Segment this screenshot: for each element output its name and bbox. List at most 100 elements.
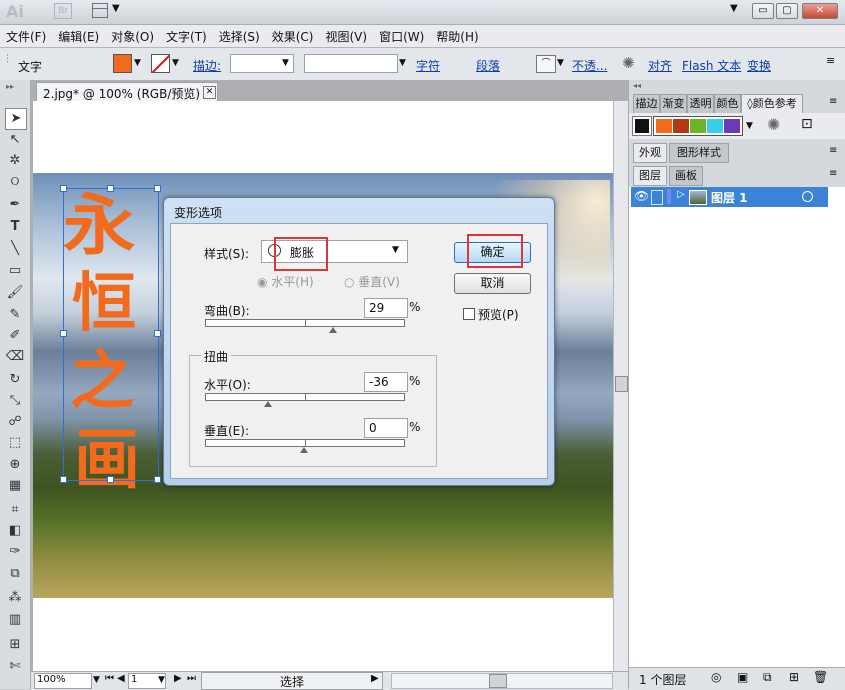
menu-edit[interactable]: 编辑(E) [52, 25, 105, 47]
bridge-icon[interactable]: Br [54, 3, 72, 19]
transform-link[interactable]: 变换 [747, 57, 771, 74]
tab-artboards[interactable]: 画板 [669, 166, 703, 186]
menu-file[interactable]: 文件(F) [0, 25, 52, 47]
distortion-h-input[interactable]: -36 [364, 372, 408, 392]
trash-icon[interactable]: 🗑 [813, 670, 828, 684]
resize-handle[interactable] [154, 185, 161, 192]
prev-artboard-icon[interactable]: ◀ [117, 673, 125, 684]
vertical-radio[interactable]: ○ 垂直(V) [344, 273, 400, 290]
last-artboard-icon[interactable]: ⏭ [187, 673, 196, 684]
tab-transparency[interactable]: 透明 [687, 94, 714, 114]
new-sublayer-icon[interactable]: ⧉ [763, 670, 772, 685]
distortion-h-slider-thumb[interactable] [264, 401, 273, 407]
pen-tool-icon[interactable]: ✒ [5, 195, 25, 215]
resize-handle[interactable] [154, 330, 161, 337]
magic-wand-tool-icon[interactable]: ✲ [5, 151, 25, 171]
character-link[interactable]: 字符 [416, 57, 440, 74]
resize-handle[interactable] [60, 476, 67, 483]
eye-visibility-icon[interactable]: 👁 [634, 189, 649, 203]
envelope-warp-icon[interactable]: ⌒ [536, 55, 556, 73]
document-tab[interactable]: 2.jpg* @ 100% (RGB/预览) ✕ [36, 82, 218, 102]
menu-help[interactable]: 帮助(H) [430, 25, 484, 47]
menu-view[interactable]: 视图(V) [319, 25, 373, 47]
zoom-dropdown-icon[interactable]: ▼ [93, 675, 100, 685]
column-graph-tool-icon[interactable]: ▥ [5, 610, 25, 630]
font-family-dropdown-icon[interactable]: ▼ [399, 58, 406, 68]
symbol-sprayer-tool-icon[interactable]: ⁂ [5, 588, 25, 608]
line-tool-icon[interactable]: ╲ [5, 239, 25, 259]
gradient-tool-icon[interactable]: ◧ [5, 521, 25, 541]
tab-layers[interactable]: 图层 [633, 166, 667, 186]
harmony-color-2[interactable] [673, 119, 689, 133]
clipping-mask-icon[interactable]: ▣ [737, 670, 748, 684]
distortion-v-input[interactable]: 0 [364, 418, 408, 438]
warp-tool-icon[interactable]: ☍ [5, 412, 25, 432]
shape-builder-tool-icon[interactable]: ⊕ [5, 455, 25, 475]
harmony-dropdown-icon[interactable]: ▼ [746, 121, 753, 131]
expand-triangle-icon[interactable]: ▷ [677, 189, 685, 200]
direct-selection-tool-icon[interactable]: ↖ [5, 130, 25, 150]
harmony-color-5[interactable] [724, 119, 740, 133]
tab-gradient[interactable]: 渐变 [660, 94, 687, 114]
stroke-link[interactable]: 描边: [193, 57, 221, 74]
base-color-swatch[interactable] [632, 116, 652, 136]
distortion-v-slider-thumb[interactable] [300, 447, 308, 453]
panel-menu-icon[interactable]: ≡ [829, 145, 837, 156]
minimize-button[interactable]: ▭ [752, 3, 774, 19]
status-menu-icon[interactable]: ▶ [371, 673, 379, 684]
fill-color-swatch[interactable] [113, 54, 132, 73]
stroke-weight-dropdown-icon[interactable]: ▼ [282, 58, 289, 68]
bend-slider[interactable] [205, 319, 405, 327]
bend-slider-thumb[interactable] [328, 327, 337, 333]
type-tool-icon[interactable]: T [5, 217, 25, 237]
tab-graphic-styles[interactable]: 图形样式 [669, 143, 729, 163]
panel-menu-icon[interactable]: ≡ [829, 168, 837, 179]
collapse-icon[interactable]: ▸▸ [6, 82, 14, 91]
layer-name[interactable]: 图层 1 [711, 189, 748, 206]
rectangle-tool-icon[interactable]: ▭ [5, 261, 25, 281]
arrange-documents-icon[interactable] [92, 3, 108, 18]
distortion-v-slider[interactable] [205, 439, 405, 447]
eraser-tool-icon[interactable]: ⌫ [5, 347, 25, 367]
restore-button[interactable]: ▢ [776, 3, 798, 19]
pencil-tool-icon[interactable]: ✎ [5, 305, 25, 325]
target-icon[interactable] [802, 191, 813, 202]
vertical-scrollbar[interactable] [613, 101, 628, 671]
artboard-dropdown-icon[interactable]: ▼ [158, 675, 165, 685]
edit-colors-icon[interactable]: ✺ [767, 115, 780, 134]
close-button[interactable]: ✕ [802, 3, 838, 19]
menu-window[interactable]: 窗口(W) [373, 25, 430, 47]
resize-handle[interactable] [60, 330, 67, 337]
layer-row[interactable]: 👁 ▷ 图层 1 [631, 187, 828, 207]
recolor-icon[interactable]: ✺ [622, 54, 635, 72]
tab-color[interactable]: 颜色 [714, 94, 741, 114]
font-family-field[interactable] [304, 54, 398, 73]
menu-type[interactable]: 文字(T) [160, 25, 213, 47]
free-transform-tool-icon[interactable]: ⬚ [5, 433, 25, 453]
harmony-color-4[interactable] [707, 119, 723, 133]
workspace-dropdown-icon[interactable]: ▼ [730, 3, 738, 14]
blend-tool-icon[interactable]: ⧉ [5, 564, 25, 584]
save-swatch-group-icon[interactable]: ⊡ [801, 116, 813, 132]
collapse-icon[interactable]: ◂◂ [633, 81, 641, 90]
paragraph-link[interactable]: 段落 [476, 57, 500, 74]
distortion-h-slider[interactable] [205, 393, 405, 401]
resize-handle[interactable] [107, 185, 114, 192]
opacity-link[interactable]: 不透... [572, 57, 607, 74]
paintbrush-tool-icon[interactable]: 🖌 [5, 283, 25, 303]
lock-toggle[interactable] [651, 190, 663, 205]
status-tool-display[interactable]: 选择 [201, 672, 383, 690]
chevron-down-icon[interactable]: ▼ [112, 3, 120, 14]
preview-checkbox[interactable] [463, 308, 475, 320]
new-layer-icon[interactable]: ⊞ [789, 670, 799, 684]
tab-color-guide[interactable]: ◊颜色参考 [741, 94, 803, 114]
envelope-dropdown-icon[interactable]: ▼ [557, 58, 564, 68]
first-artboard-icon[interactable]: ⏮ [105, 673, 114, 684]
selection-tool-icon[interactable]: ➤ [5, 108, 27, 130]
scrollbar-thumb[interactable] [615, 376, 628, 392]
horizontal-scrollbar[interactable] [391, 673, 613, 689]
rotate-tool-icon[interactable]: ↻ [5, 370, 25, 390]
artboard-tool-icon[interactable]: ⊞ [5, 635, 25, 655]
next-artboard-icon[interactable]: ▶ [174, 673, 182, 684]
scrollbar-thumb[interactable] [489, 674, 507, 688]
